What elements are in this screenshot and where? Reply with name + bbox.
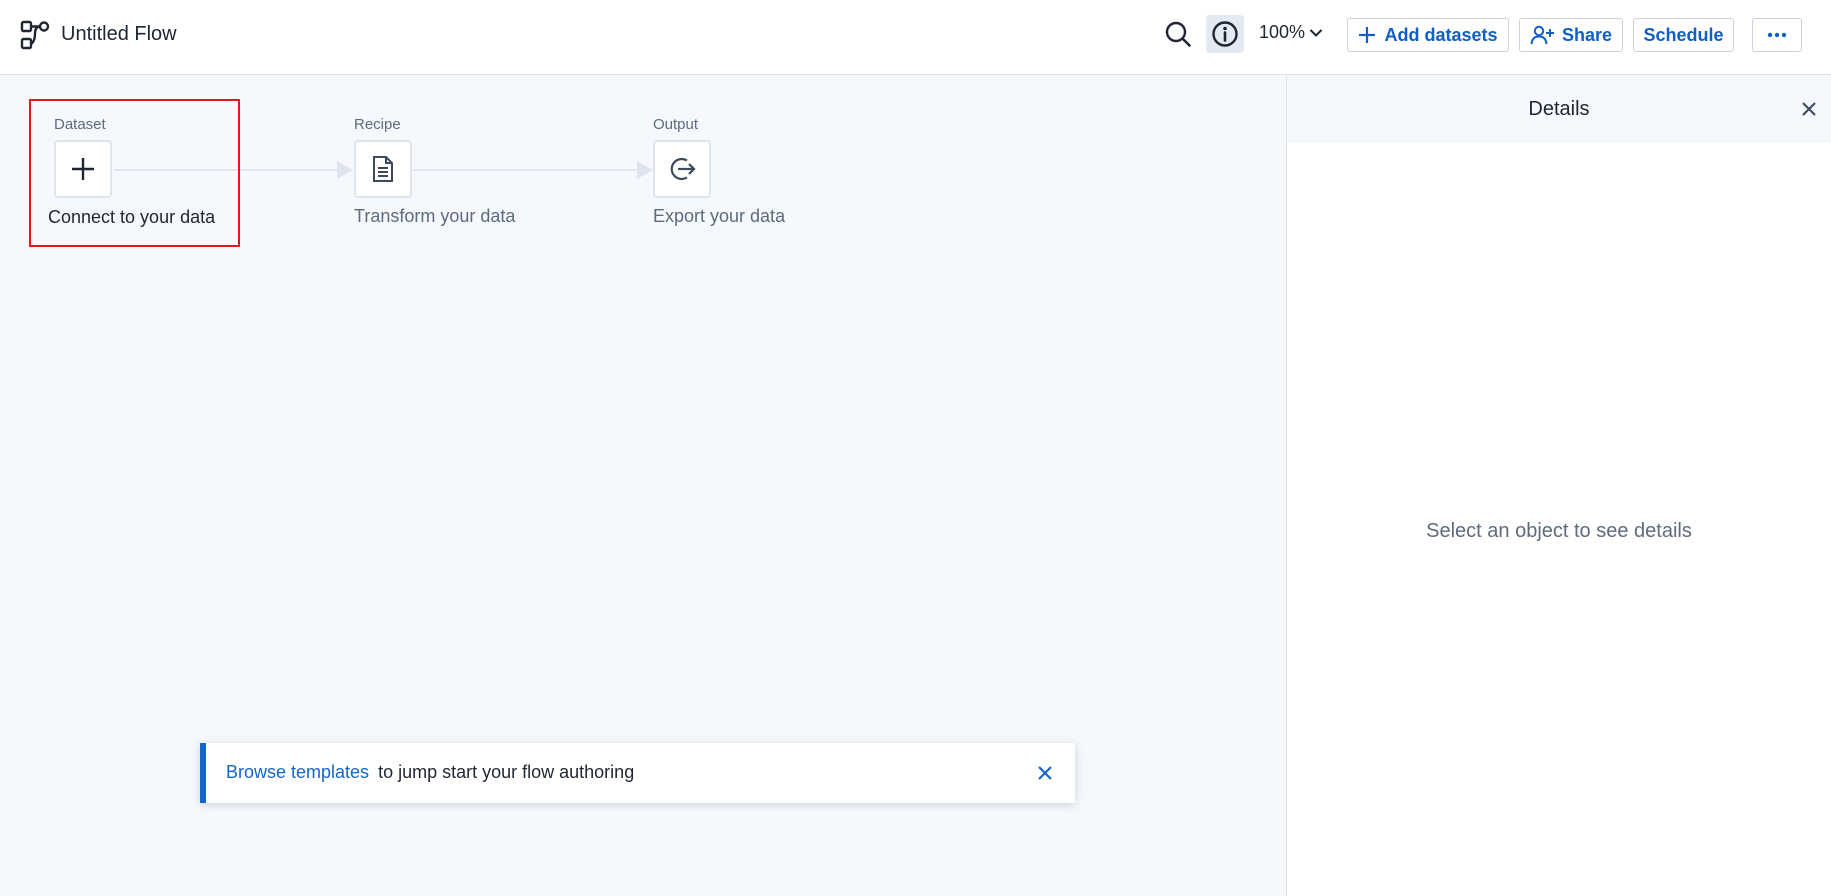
flow-icon bbox=[20, 20, 50, 50]
banner-text: to jump start your flow authoring bbox=[378, 762, 635, 782]
details-panel: Details Select an object to see details bbox=[1286, 75, 1831, 896]
ellipsis-icon bbox=[1767, 32, 1787, 38]
schedule-label: Schedule bbox=[1643, 24, 1724, 45]
banner-message: Browse templates to jump start your flow… bbox=[226, 762, 634, 783]
recipe-node[interactable] bbox=[354, 140, 412, 198]
output-node[interactable] bbox=[653, 140, 711, 198]
close-icon[interactable] bbox=[1033, 761, 1057, 785]
top-bar: Untitled Flow 100% Add datasets Share Sc… bbox=[0, 0, 1831, 75]
stage-label-recipe: Recipe bbox=[354, 116, 401, 133]
info-button[interactable] bbox=[1206, 15, 1244, 53]
flow-title[interactable]: Untitled Flow bbox=[61, 23, 177, 46]
selection-highlight bbox=[29, 99, 240, 247]
connector-line bbox=[413, 169, 638, 171]
add-datasets-button[interactable]: Add datasets bbox=[1347, 18, 1509, 52]
details-header: Details bbox=[1287, 75, 1831, 143]
info-icon bbox=[1212, 21, 1238, 47]
stage-caption-output: Export your data bbox=[653, 206, 786, 226]
chevron-down-icon bbox=[1309, 28, 1323, 37]
add-datasets-label: Add datasets bbox=[1384, 24, 1498, 45]
search-button[interactable] bbox=[1160, 15, 1196, 53]
share-button[interactable]: Share bbox=[1519, 18, 1623, 52]
document-icon bbox=[373, 156, 393, 182]
share-label: Share bbox=[1561, 24, 1613, 45]
templates-banner: Browse templates to jump start your flow… bbox=[200, 743, 1075, 803]
more-options-button[interactable] bbox=[1752, 18, 1802, 52]
connector-arrow bbox=[337, 161, 353, 179]
export-icon bbox=[670, 157, 696, 181]
close-icon[interactable] bbox=[1797, 97, 1821, 121]
search-icon bbox=[1165, 21, 1191, 47]
stage-label-output: Output bbox=[653, 116, 699, 133]
zoom-value: 100% bbox=[1259, 22, 1306, 42]
schedule-button[interactable]: Schedule bbox=[1633, 18, 1734, 52]
browse-templates-link[interactable]: Browse templates bbox=[226, 762, 369, 782]
details-title: Details bbox=[1528, 98, 1590, 120]
connector-arrow bbox=[637, 161, 653, 179]
flow-canvas[interactable]: Dataset Connect to your data Recipe Tran… bbox=[0, 75, 1286, 896]
plus-icon bbox=[1359, 27, 1376, 43]
details-empty-message: Select an object to see details bbox=[1426, 520, 1692, 542]
zoom-dropdown[interactable]: 100% bbox=[1259, 22, 1323, 43]
add-user-icon bbox=[1530, 25, 1554, 45]
stage-caption-recipe: Transform your data bbox=[354, 206, 516, 226]
